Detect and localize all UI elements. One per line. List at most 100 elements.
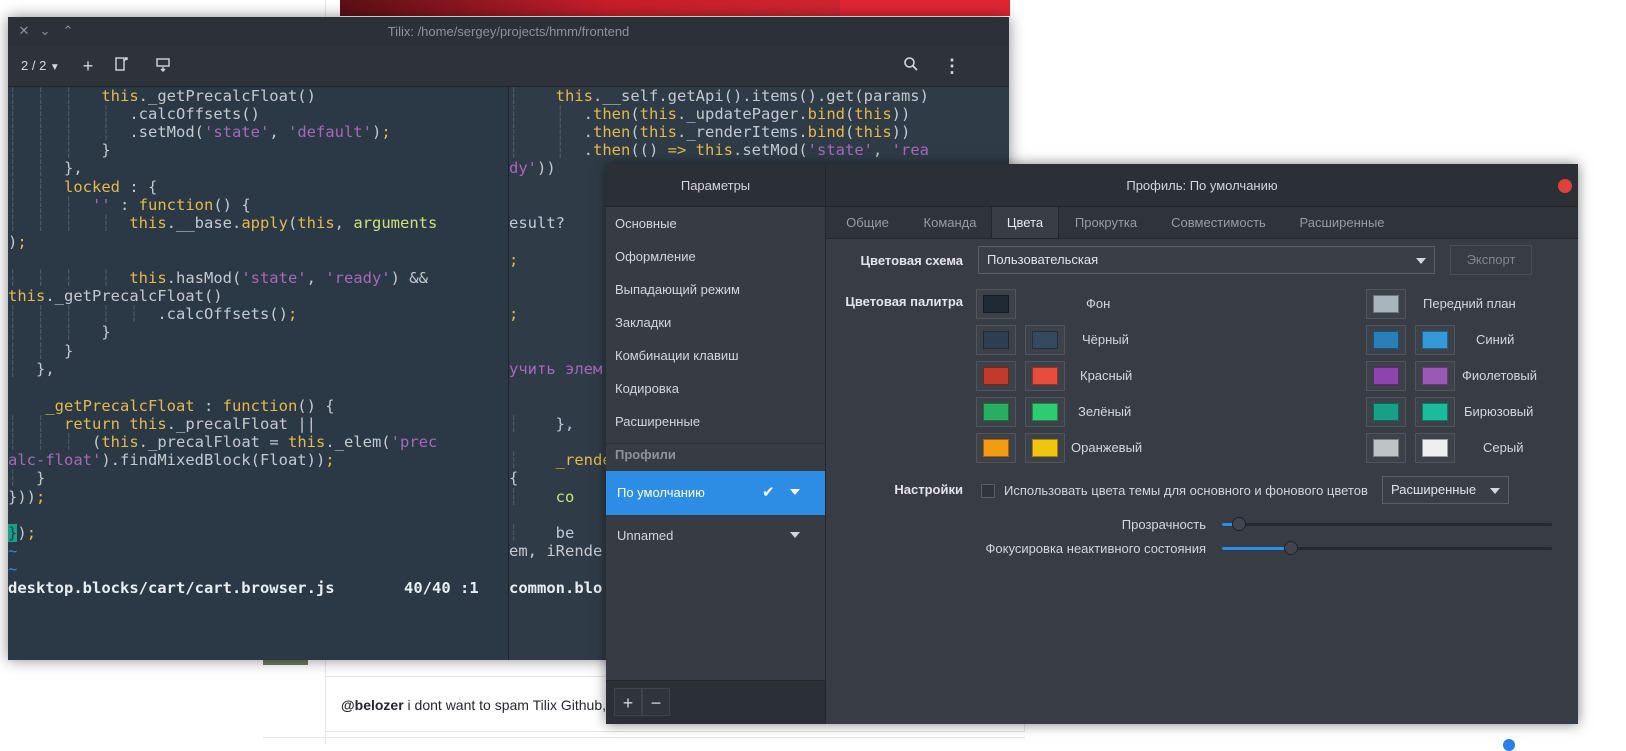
slider-handle[interactable] <box>1284 541 1298 555</box>
color-scheme-select[interactable]: Пользовательская <box>978 246 1435 274</box>
cyan-label: Бирюзовый <box>1464 404 1534 419</box>
gray-normal-swatch[interactable] <box>1366 433 1406 463</box>
slider-fill <box>1222 547 1291 550</box>
menu-icon[interactable]: ⋮ <box>942 56 962 76</box>
purple-bright-swatch[interactable] <box>1415 361 1455 391</box>
swatch-fill <box>983 295 1009 313</box>
sidebar-item-bookmarks[interactable]: Закладки <box>615 306 671 340</box>
profile-tabs: Общие Команда Цвета Прокрутка Совместимо… <box>826 207 1578 239</box>
tab-general[interactable]: Общие <box>826 207 909 238</box>
red-bright-swatch[interactable] <box>1025 361 1065 391</box>
profile-item-default[interactable]: По умолчанию ✔ <box>606 471 825 515</box>
profile-item-unnamed[interactable]: Unnamed <box>606 514 825 558</box>
tab-advanced[interactable]: Расширенные <box>1282 207 1402 238</box>
background-divider <box>263 737 1025 738</box>
swatch-fill <box>1373 367 1399 385</box>
green-bright-swatch[interactable] <box>1025 397 1065 427</box>
red-label: Красный <box>1080 368 1133 383</box>
sidebar-item-advanced[interactable]: Расширенные <box>615 405 700 439</box>
use-theme-colors-checkbox[interactable] <box>981 484 995 498</box>
window-title: Tilix: /home/sergey/projects/hmm/fronten… <box>387 24 630 39</box>
cyan-normal-swatch[interactable] <box>1366 397 1406 427</box>
advanced-select-value: Расширенные <box>1391 482 1477 497</box>
background-color-label: Фон <box>1086 296 1111 311</box>
transparency-label: Прозрачность <box>1121 517 1206 532</box>
swatch-fill <box>1373 403 1399 421</box>
color-scheme-label: Цветовая схема <box>860 253 963 268</box>
swatch-fill <box>983 331 1009 349</box>
orange-bright-swatch[interactable] <box>1025 433 1065 463</box>
export-button[interactable]: Экспорт <box>1450 245 1532 275</box>
statusbar-file: desktop.blocks/cart/cart.browser.js <box>8 579 335 597</box>
swatch-fill <box>1422 331 1448 349</box>
swatch-fill <box>983 367 1009 385</box>
green-label: Зелёный <box>1078 404 1132 419</box>
split-down-icon[interactable] <box>153 56 173 76</box>
preferences-window: Параметры Профиль: По умолчанию Основные… <box>606 164 1578 724</box>
tilix-titlebar[interactable]: ✕ ⌄ ⌃ Tilix: /home/sergey/projects/hmm/f… <box>8 17 1009 46</box>
black-normal-swatch[interactable] <box>976 325 1016 355</box>
profile-title: Профиль: По умолчанию <box>1126 178 1278 193</box>
tilix-toolbar: 2 / 2 ▼ + ⋮ <box>8 46 1009 87</box>
blue-label: Синий <box>1476 332 1515 347</box>
terminal-pane-left[interactable]: ┆ ┆ ┆ this._getPrecalcFloat() ┆ ┆ ┆ ┆ .c… <box>8 87 508 660</box>
statusbar-position: 40/40 :1 <box>404 579 479 597</box>
chevron-down-icon[interactable] <box>790 489 800 495</box>
swatch-fill <box>1422 439 1448 457</box>
background-banner-accent <box>840 0 1010 16</box>
profile-name: Unnamed <box>617 528 674 543</box>
black-bright-swatch[interactable] <box>1025 325 1065 355</box>
purple-normal-swatch[interactable] <box>1366 361 1406 391</box>
settings-label: Настройки <box>894 482 963 497</box>
color-palette-label: Цветовая палитра <box>845 294 963 309</box>
tab-compatibility[interactable]: Совместимость <box>1155 207 1282 238</box>
orange-normal-swatch[interactable] <box>976 433 1016 463</box>
comment-user[interactable]: @belozer <box>341 697 404 713</box>
blue-normal-swatch[interactable] <box>1366 325 1406 355</box>
black-label: Чёрный <box>1082 332 1129 347</box>
swatch-fill <box>1422 403 1448 421</box>
transparency-slider[interactable] <box>1222 517 1552 531</box>
left-statusbar: desktop.blocks/cart/cart.browser.js 40/40… <box>8 579 508 598</box>
swatch-fill <box>1373 295 1399 313</box>
sidebar-item-encoding[interactable]: Кодировка <box>615 372 679 406</box>
chevron-down-icon[interactable] <box>790 532 800 538</box>
tab-scrolling[interactable]: Прокрутка <box>1057 207 1155 238</box>
sidebar-item-quake-mode[interactable]: Выпадающий режим <box>615 273 740 307</box>
green-normal-swatch[interactable] <box>976 397 1016 427</box>
swatch-fill <box>1373 439 1399 457</box>
add-profile-button[interactable]: + <box>614 688 642 716</box>
session-switcher[interactable]: 2 / 2 ▼ <box>21 56 71 76</box>
split-right-icon[interactable] <box>111 56 131 76</box>
remove-profile-button[interactable]: − <box>642 688 670 716</box>
checkmark-icon: ✔ <box>762 484 775 501</box>
cyan-bright-swatch[interactable] <box>1415 397 1455 427</box>
chevron-down-icon <box>1416 258 1426 264</box>
profile-name: По умолчанию <box>617 485 705 500</box>
sidebar-item-shortcuts[interactable]: Комбинации клавиш <box>615 339 739 373</box>
blue-bright-swatch[interactable] <box>1415 325 1455 355</box>
sidebar-item-appearance[interactable]: Оформление <box>615 240 696 274</box>
dim-unfocused-slider[interactable] <box>1222 541 1552 555</box>
swatch-fill <box>983 439 1009 457</box>
sidebar-item-general[interactable]: Основные <box>615 207 677 241</box>
search-icon[interactable] <box>901 56 921 76</box>
close-button[interactable] <box>1558 179 1572 193</box>
add-session-icon[interactable]: + <box>78 56 98 76</box>
gray-label: Серый <box>1483 440 1524 455</box>
foreground-color-swatch[interactable] <box>1366 289 1406 319</box>
foreground-color-label: Передний план <box>1423 296 1516 311</box>
tab-colors[interactable]: Цвета <box>991 207 1059 238</box>
chevron-down-icon: ▼ <box>49 62 60 73</box>
slider-handle[interactable] <box>1232 517 1246 531</box>
swatch-fill <box>1032 403 1058 421</box>
gray-bright-swatch[interactable] <box>1415 433 1455 463</box>
tab-command[interactable]: Команда <box>909 207 991 238</box>
advanced-select[interactable]: Расширенные <box>1382 476 1509 504</box>
red-normal-swatch[interactable] <box>976 361 1016 391</box>
swatch-fill <box>1373 331 1399 349</box>
swatch-fill <box>1032 331 1058 349</box>
swatch-fill <box>1032 439 1058 457</box>
background-color-swatch[interactable] <box>976 289 1016 319</box>
purple-label: Фиолетовый <box>1462 368 1538 383</box>
